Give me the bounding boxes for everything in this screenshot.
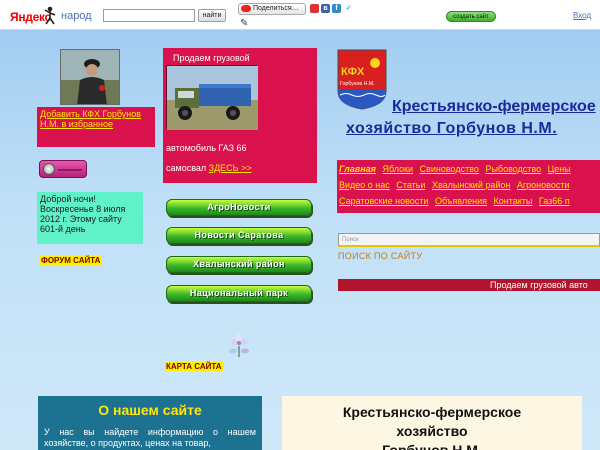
farm-panel-line3: Горбунов Н.М. <box>382 442 482 450</box>
narod-man-icon <box>44 6 56 25</box>
emblem-name: Горбунов Н.М. <box>340 81 375 87</box>
about-site-panel: О нашем сайте У нас вы найдете информаци… <box>38 396 262 450</box>
sitemap-link[interactable]: КАРТА САЙТА <box>165 362 223 371</box>
menu-item-articles[interactable]: Статьи <box>396 180 425 190</box>
menu-item-fish-farming[interactable]: Рыбоводство <box>485 164 541 174</box>
yandex-toolbar: Яндекс народ найти Поделиться… в f ✓ ✎ с… <box>0 0 600 30</box>
forum-link[interactable]: ФОРУМ САЙТА <box>40 256 102 265</box>
about-title: О нашем сайте <box>98 402 202 418</box>
toolbar-find-button[interactable]: найти <box>198 9 226 22</box>
pencil-icon[interactable]: ✎ <box>240 18 248 29</box>
greeting-box: Доброй ночи! Воскресенье 8 июля 2012 г. … <box>37 192 143 244</box>
livejournal-icon[interactable] <box>310 4 319 13</box>
truck-photo[interactable] <box>166 65 258 130</box>
flower-icon <box>229 334 249 357</box>
nav-button-national-park[interactable]: Национальный парк <box>166 285 312 302</box>
audio-player[interactable] <box>39 160 87 178</box>
ad-desc-prefix: самосвал <box>166 163 209 173</box>
site-search-label: ПОИСК ПО САЙТУ <box>338 251 423 261</box>
ad-details-link[interactable]: ЗДЕСЬ >> <box>209 163 252 173</box>
farm-info-panel: Крестьянско-фермерское хозяйство Горбуно… <box>282 396 582 450</box>
menu-item-saratov-news[interactable]: Саратовские новости <box>339 196 428 206</box>
toolbar-search-input[interactable] <box>103 9 195 22</box>
owner-photo <box>60 49 120 105</box>
nav-button-agronews[interactable]: АгроНовости <box>166 199 312 216</box>
menu-item-announcements[interactable]: Объявления <box>435 196 487 206</box>
ad-description: автомобиль ГАЗ 66 <box>166 143 247 153</box>
menu-row-3: Саратовские новости Объявления Контакты … <box>339 196 574 206</box>
login-link[interactable]: Вход <box>573 11 591 20</box>
create-site-button[interactable]: создать сайт <box>446 11 496 22</box>
site-search-input[interactable]: Поиск <box>338 233 600 247</box>
farm-emblem: КФХ Горбунов Н.М. <box>337 49 387 110</box>
player-track <box>58 169 82 171</box>
nav-button-khvalynsk-district[interactable]: Хвалынский район <box>166 256 312 273</box>
about-text: У нас вы найдете информацию о нашем хозя… <box>44 427 256 448</box>
emblem-abbr: КФХ <box>341 66 365 78</box>
main-menu: Главная Яблоки Свиноводство Рыбоводство … <box>337 160 600 213</box>
menu-item-video[interactable]: Видео о нас <box>339 180 390 190</box>
farm-title-line2[interactable]: хозяйство Горбунов Н.М. <box>346 120 557 138</box>
menu-item-apples[interactable]: Яблоки <box>382 164 413 174</box>
menu-item-agronews[interactable]: Агроновости <box>517 180 570 190</box>
favorites-box: Добавить КФХ Горбунов Н.М. в избранное <box>37 107 155 147</box>
narod-link[interactable]: народ <box>61 10 92 22</box>
farm-title-line1[interactable]: Крестьянско-фермерское <box>392 98 596 116</box>
play-button[interactable] <box>43 163 55 175</box>
menu-item-home[interactable]: Главная <box>339 164 376 174</box>
truck-ad-box: Продаем грузовой автомобиль ГАЗ 66 самос… <box>163 48 317 183</box>
menu-item-gaz66[interactable]: Газ66 п <box>539 196 570 206</box>
menu-item-pig-farming[interactable]: Свиноводство <box>420 164 479 174</box>
facebook-icon[interactable]: f <box>332 4 341 13</box>
ad-title: Продаем грузовой <box>173 53 250 63</box>
share-icon <box>241 5 251 12</box>
news-ticker[interactable]: Продаем грузовой авто <box>338 279 600 291</box>
menu-item-contacts[interactable]: Контакты <box>494 196 533 206</box>
vkontakte-icon[interactable]: в <box>321 4 330 13</box>
twitter-icon[interactable]: ✓ <box>344 4 353 13</box>
menu-row-1: Главная Яблоки Свиноводство Рыбоводство … <box>339 164 575 174</box>
nav-button-saratov-news[interactable]: Новости Саратова <box>166 227 312 244</box>
add-to-favorites-link[interactable]: Добавить КФХ Горбунов Н.М. в избранное <box>40 109 141 129</box>
ad-description-line2: самосвал ЗДЕСЬ >> <box>166 163 252 173</box>
farm-panel-line1: Крестьянско-фермерское <box>342 404 522 420</box>
farm-panel-line2: хозяйство <box>396 423 468 439</box>
menu-item-khvalynsk[interactable]: Хвалынский район <box>432 180 510 190</box>
menu-row-2: Видео о нас Статьи Хвалынский район Агро… <box>339 180 574 190</box>
menu-item-prices[interactable]: Цены <box>548 164 571 174</box>
